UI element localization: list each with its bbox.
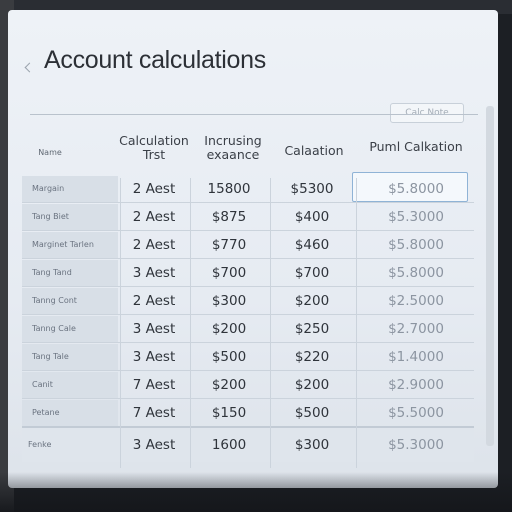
summary-name: Fenke [28, 440, 52, 449]
table-row[interactable]: Tang Biet 2 Aest $875 $400 $5.3000 [22, 204, 474, 231]
cell-calaation: $200 [294, 293, 330, 309]
summary-puml[interactable]: $5.3000 [358, 428, 474, 462]
chevron-icon[interactable] [24, 62, 35, 73]
cell-calculation: 2 Aest [132, 209, 176, 225]
table-row[interactable]: Margain 2 Aest 15800 $5300 $5.8000 [22, 176, 474, 203]
cell-calaation: $220 [294, 349, 330, 365]
cell-calculation: 7 Aest [132, 377, 176, 393]
cell-calculation: 3 Aest [132, 321, 176, 337]
table-row[interactable]: Tang Tand 3 Aest $700 $700 $5.8000 [22, 260, 474, 287]
cell-puml[interactable]: $5.8000 [358, 176, 474, 202]
cell-calaation: $460 [294, 237, 330, 253]
cell-calculation: 7 Aest [132, 405, 176, 421]
table-row[interactable]: Tang Tale 3 Aest $500 $220 $1.4000 [22, 344, 474, 371]
cell-increase: 15800 [207, 181, 251, 197]
row-name: Tanng Cale [22, 316, 118, 342]
table-row[interactable]: Marginet Tarlen 2 Aest $770 $460 $5.8000 [22, 232, 474, 259]
cell-puml[interactable]: $5.8000 [358, 260, 474, 286]
cell-calaation: $200 [294, 377, 330, 393]
column-divider [356, 178, 357, 468]
cell-calculation: 2 Aest [132, 293, 176, 309]
column-header-calculation-trst[interactable]: Calculation Trst [116, 134, 192, 176]
cell-calculation: 2 Aest [132, 181, 176, 197]
cell-increase: $700 [211, 265, 247, 281]
table-row[interactable]: Canit 7 Aest $200 $200 $2.9000 [22, 372, 474, 399]
cell-increase: $875 [211, 209, 247, 225]
cell-puml[interactable]: $2.9000 [358, 372, 474, 398]
page-title: Account calculations [44, 46, 266, 74]
row-name: Canit [22, 372, 118, 398]
cell-calaation: $250 [294, 321, 330, 337]
cell-puml[interactable]: $5.8000 [358, 232, 474, 258]
cell-increase: $500 [211, 349, 247, 365]
cell-puml[interactable]: $1.4000 [358, 344, 474, 370]
cell-increase: $200 [211, 321, 247, 337]
column-divider [190, 178, 191, 468]
column-header-incrusing-exaance[interactable]: Incrusing exaance [194, 134, 272, 176]
cell-puml[interactable]: $5.3000 [358, 204, 474, 230]
row-name: Marginet Tarlen [22, 232, 118, 258]
vertical-scrollbar[interactable] [486, 106, 494, 446]
row-name: Margain [22, 176, 118, 202]
cell-calculation: 2 Aest [132, 237, 176, 253]
row-name: Tang Biet [22, 204, 118, 230]
cell-puml[interactable]: $5.5000 [358, 400, 474, 426]
column-divider [270, 178, 271, 468]
table-row[interactable]: Tanng Cale 3 Aest $200 $250 $2.7000 [22, 316, 474, 343]
divider [30, 114, 478, 115]
cell-increase: $770 [211, 237, 247, 253]
row-name: Tanng Cont [22, 288, 118, 314]
summary-calculation: 3 Aest [132, 437, 176, 453]
cell-calaation: $5300 [290, 181, 334, 197]
cell-calculation: 3 Aest [132, 265, 176, 281]
monitor-bottom-edge [0, 472, 512, 512]
cell-puml[interactable]: $2.7000 [358, 316, 474, 342]
cell-puml[interactable]: $2.5000 [358, 288, 474, 314]
cell-calaation: $400 [294, 209, 330, 225]
table-row[interactable]: Tanng Cont 2 Aest $300 $200 $2.5000 [22, 288, 474, 315]
row-name: Tang Tale [22, 344, 118, 370]
row-name: Petane [22, 400, 118, 426]
summary-calaation: $300 [294, 437, 330, 453]
column-divider [120, 178, 121, 468]
table-row[interactable]: Petane 7 Aest $150 $500 $5.5000 [22, 400, 474, 427]
app-window: Account calculations Calc Note Name Calc… [8, 10, 498, 488]
summary-row[interactable]: Fenke 3 Aest 1600 $300 $5.3000 [22, 426, 474, 462]
cell-calculation: 3 Aest [132, 349, 176, 365]
cell-increase: $200 [211, 377, 247, 393]
calc-note-button[interactable]: Calc Note [390, 103, 464, 123]
cell-calaation: $700 [294, 265, 330, 281]
cell-increase: $300 [211, 293, 247, 309]
cell-increase: $150 [211, 405, 247, 421]
row-name: Tang Tand [22, 260, 118, 286]
cell-calaation: $500 [294, 405, 330, 421]
summary-increase: 1600 [211, 437, 247, 453]
